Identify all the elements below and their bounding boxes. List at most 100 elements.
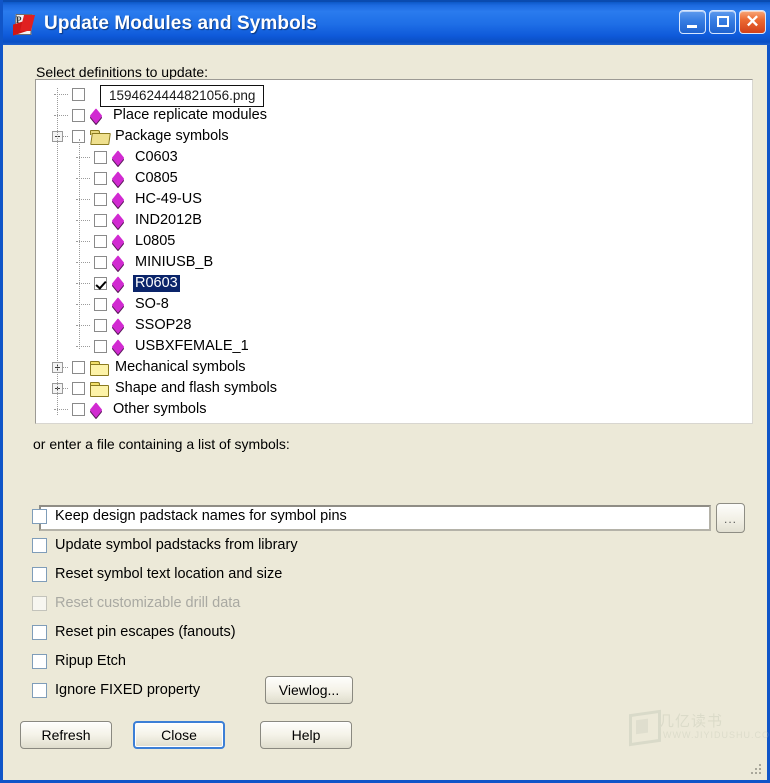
tree-item[interactable] [72, 84, 94, 105]
option-update-symbol-padstacks[interactable]: Update symbol padstacks from library [32, 537, 298, 553]
folder-icon [90, 360, 109, 376]
folder-open-icon [90, 129, 111, 145]
tree-item[interactable]: L0805 [94, 231, 177, 252]
tree-item[interactable]: HC-49-US [94, 189, 204, 210]
checkbox[interactable] [32, 566, 47, 582]
watermark-text-primary: 几亿读书 [659, 713, 724, 730]
option-label: Reset customizable drill data [55, 595, 241, 611]
tree-item-checkbox[interactable] [94, 172, 107, 185]
option-label: Reset pin escapes (fanouts) [55, 624, 236, 640]
diamond-icon [111, 213, 127, 229]
tree-item-checkbox[interactable] [94, 235, 107, 248]
minimize-button[interactable] [679, 10, 706, 34]
diamond-icon [111, 192, 127, 208]
resize-grip[interactable] [748, 761, 761, 774]
checkbox[interactable] [32, 537, 47, 553]
checkbox[interactable] [32, 508, 47, 524]
tree-trunk-line [79, 139, 81, 349]
tree-item-label: SO-8 [135, 296, 169, 312]
tree-item-checkbox[interactable] [72, 109, 85, 122]
diamond-icon [111, 234, 127, 250]
option-keep-design-padstack-names[interactable]: Keep design padstack names for symbol pi… [32, 508, 347, 524]
tree-item-checkbox[interactable] [72, 382, 85, 395]
tree-item-checkbox[interactable] [94, 340, 107, 353]
diamond-icon [89, 108, 105, 124]
tree-item[interactable]: R0603 [94, 273, 180, 294]
window-controls: ✕ [679, 10, 766, 34]
checkbox [32, 595, 47, 611]
screenshot-root: P Update Modules and Symbols ✕ Select de… [0, 0, 770, 783]
diamond-icon [111, 339, 127, 355]
tree-item-label: Package symbols [115, 128, 229, 144]
window-title: Update Modules and Symbols [44, 12, 317, 34]
tree-item[interactable]: Shape and flash symbols [72, 378, 279, 399]
cube-icon [629, 709, 661, 747]
minimize-icon [687, 25, 697, 28]
maximize-button[interactable] [709, 10, 736, 34]
diamond-icon [111, 318, 127, 334]
tree-item-label: IND2012B [135, 212, 202, 228]
tree-item[interactable]: MINIUSB_B [94, 252, 215, 273]
tree-item-checkbox[interactable] [94, 277, 107, 290]
tree-item-checkbox[interactable] [94, 193, 107, 206]
viewlog-button[interactable]: Viewlog... [265, 676, 353, 704]
diamond-icon [89, 402, 105, 418]
checkbox[interactable] [32, 653, 47, 669]
tree-item-checkbox[interactable] [72, 88, 85, 101]
tree-item[interactable]: Other symbols [72, 399, 208, 420]
title-bar[interactable]: P Update Modules and Symbols ✕ [3, 0, 770, 45]
option-label: Reset symbol text location and size [55, 566, 283, 582]
tree-item[interactable]: SO-8 [94, 294, 171, 315]
tree-item[interactable]: SSOP28 [94, 315, 193, 336]
checkbox[interactable] [32, 682, 47, 698]
refresh-button[interactable]: Refresh [20, 721, 112, 749]
option-label: Ripup Etch [55, 653, 126, 669]
tree-item-label: Mechanical symbols [115, 359, 246, 375]
tree-item-checkbox[interactable] [72, 403, 85, 416]
option-ignore-fixed-property[interactable]: Ignore FIXED property [32, 682, 200, 698]
option-reset-customizable-drill-data: Reset customizable drill data [32, 595, 240, 611]
watermark-logo: 几亿读书 WWW.JIYIDUSHU.COM [629, 708, 770, 750]
close-button[interactable]: ✕ [739, 10, 766, 34]
tree-item[interactable]: IND2012B [94, 210, 204, 231]
filename-tooltip: 1594624444821056.png [100, 85, 265, 107]
tree-item[interactable]: Mechanical symbols [72, 357, 248, 378]
tree-section-label: Select definitions to update: [36, 64, 209, 80]
tree-item-checkbox[interactable] [94, 151, 107, 164]
tree-item-label: C0805 [135, 170, 178, 186]
tree-item[interactable]: USBXFEMALE_1 [94, 336, 251, 357]
diamond-icon [111, 297, 127, 313]
tree-item-label: HC-49-US [135, 191, 202, 207]
option-reset-symbol-text[interactable]: Reset symbol text location and size [32, 566, 282, 582]
browse-file-button[interactable]: ... [716, 503, 745, 533]
close-icon: ✕ [745, 12, 760, 31]
close-dialog-button[interactable]: Close [133, 721, 225, 749]
checkbox[interactable] [32, 624, 47, 640]
tree-item-checkbox[interactable] [94, 214, 107, 227]
tree-item-checkbox[interactable] [94, 256, 107, 269]
definitions-tree[interactable]: Place replicate modules Package symbols C0… [35, 79, 753, 424]
tree-item-checkbox[interactable] [94, 298, 107, 311]
watermark-text-secondary: WWW.JIYIDUSHU.COM [663, 730, 770, 740]
option-label: Keep design padstack names for symbol pi… [55, 508, 347, 524]
folder-icon [90, 381, 109, 397]
tree-item-checkbox[interactable] [94, 319, 107, 332]
dialog-window: P Update Modules and Symbols ✕ Select de… [0, 0, 770, 783]
tree-item-label: Shape and flash symbols [115, 380, 278, 396]
tree-item-label: MINIUSB_B [135, 254, 214, 270]
diamond-icon [111, 150, 127, 166]
tree-item[interactable]: Place replicate modules [72, 105, 269, 126]
tree-item-label: SSOP28 [135, 317, 192, 333]
tree-rows-container: Place replicate modules Package symbols C0… [36, 80, 752, 423]
tree-item[interactable]: Package symbols [72, 126, 231, 147]
option-reset-pin-escapes[interactable]: Reset pin escapes (fanouts) [32, 624, 236, 640]
maximize-icon [717, 16, 729, 27]
tree-item-checkbox[interactable] [72, 361, 85, 374]
dialog-client-area: Select definitions to update: Place repl… [3, 45, 770, 780]
tree-item[interactable]: C0805 [94, 168, 180, 189]
help-button[interactable]: Help [260, 721, 352, 749]
tree-item-label: R0603 [133, 275, 180, 292]
tree-item-label: USBXFEMALE_1 [135, 338, 249, 354]
option-ripup-etch[interactable]: Ripup Etch [32, 653, 126, 669]
tree-item[interactable]: C0603 [94, 147, 180, 168]
